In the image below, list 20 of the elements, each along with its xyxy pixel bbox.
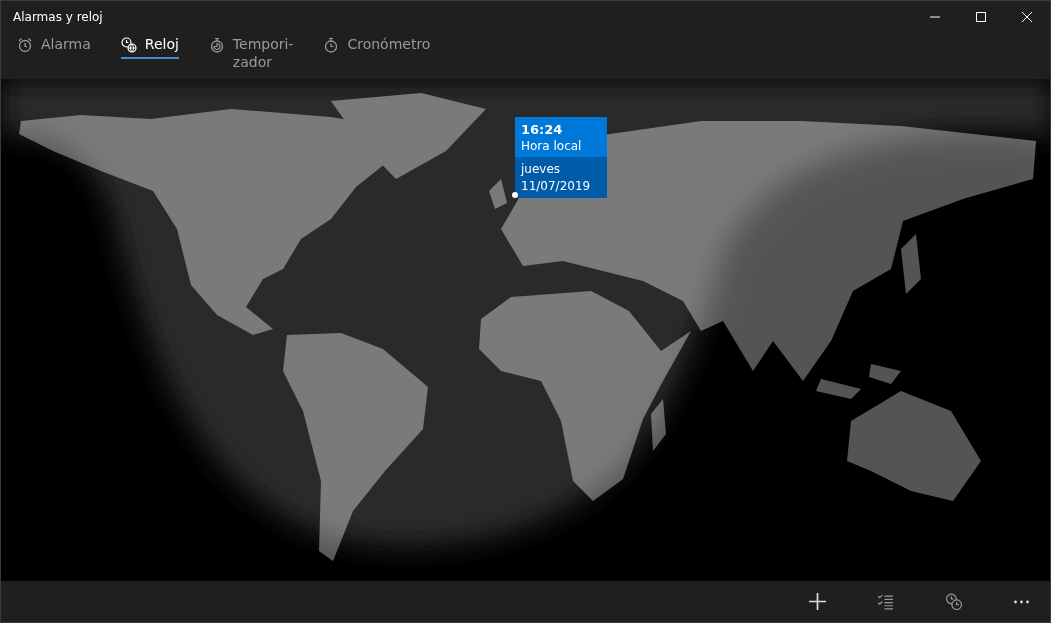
plus-icon: [808, 593, 826, 610]
tab[interactable]: Tempori- zador: [208, 33, 294, 77]
close-icon: [1022, 12, 1032, 22]
date: 11/07/2019: [521, 178, 592, 195]
local-time: 16:24: [521, 121, 564, 138]
stopwatch-icon: [323, 37, 340, 53]
maximize-icon: [976, 12, 986, 22]
location-dot[interactable]: [512, 192, 518, 198]
tab[interactable]: Alarma: [17, 33, 91, 59]
alarm-clock-icon: [17, 37, 33, 53]
weekday: jueves: [521, 161, 562, 178]
timer-icon: [208, 37, 225, 53]
tab[interactable]: Cronómetro: [323, 33, 431, 59]
checklist-icon: [876, 593, 894, 610]
clock-globe-icon: [120, 37, 137, 53]
two-clocks-icon: [944, 593, 962, 610]
more-icon: [1012, 599, 1030, 604]
window-title: Alarmas y reloj: [12, 10, 104, 24]
tab[interactable]: Reloj: [120, 33, 179, 59]
time-label: Hora local: [521, 138, 583, 155]
